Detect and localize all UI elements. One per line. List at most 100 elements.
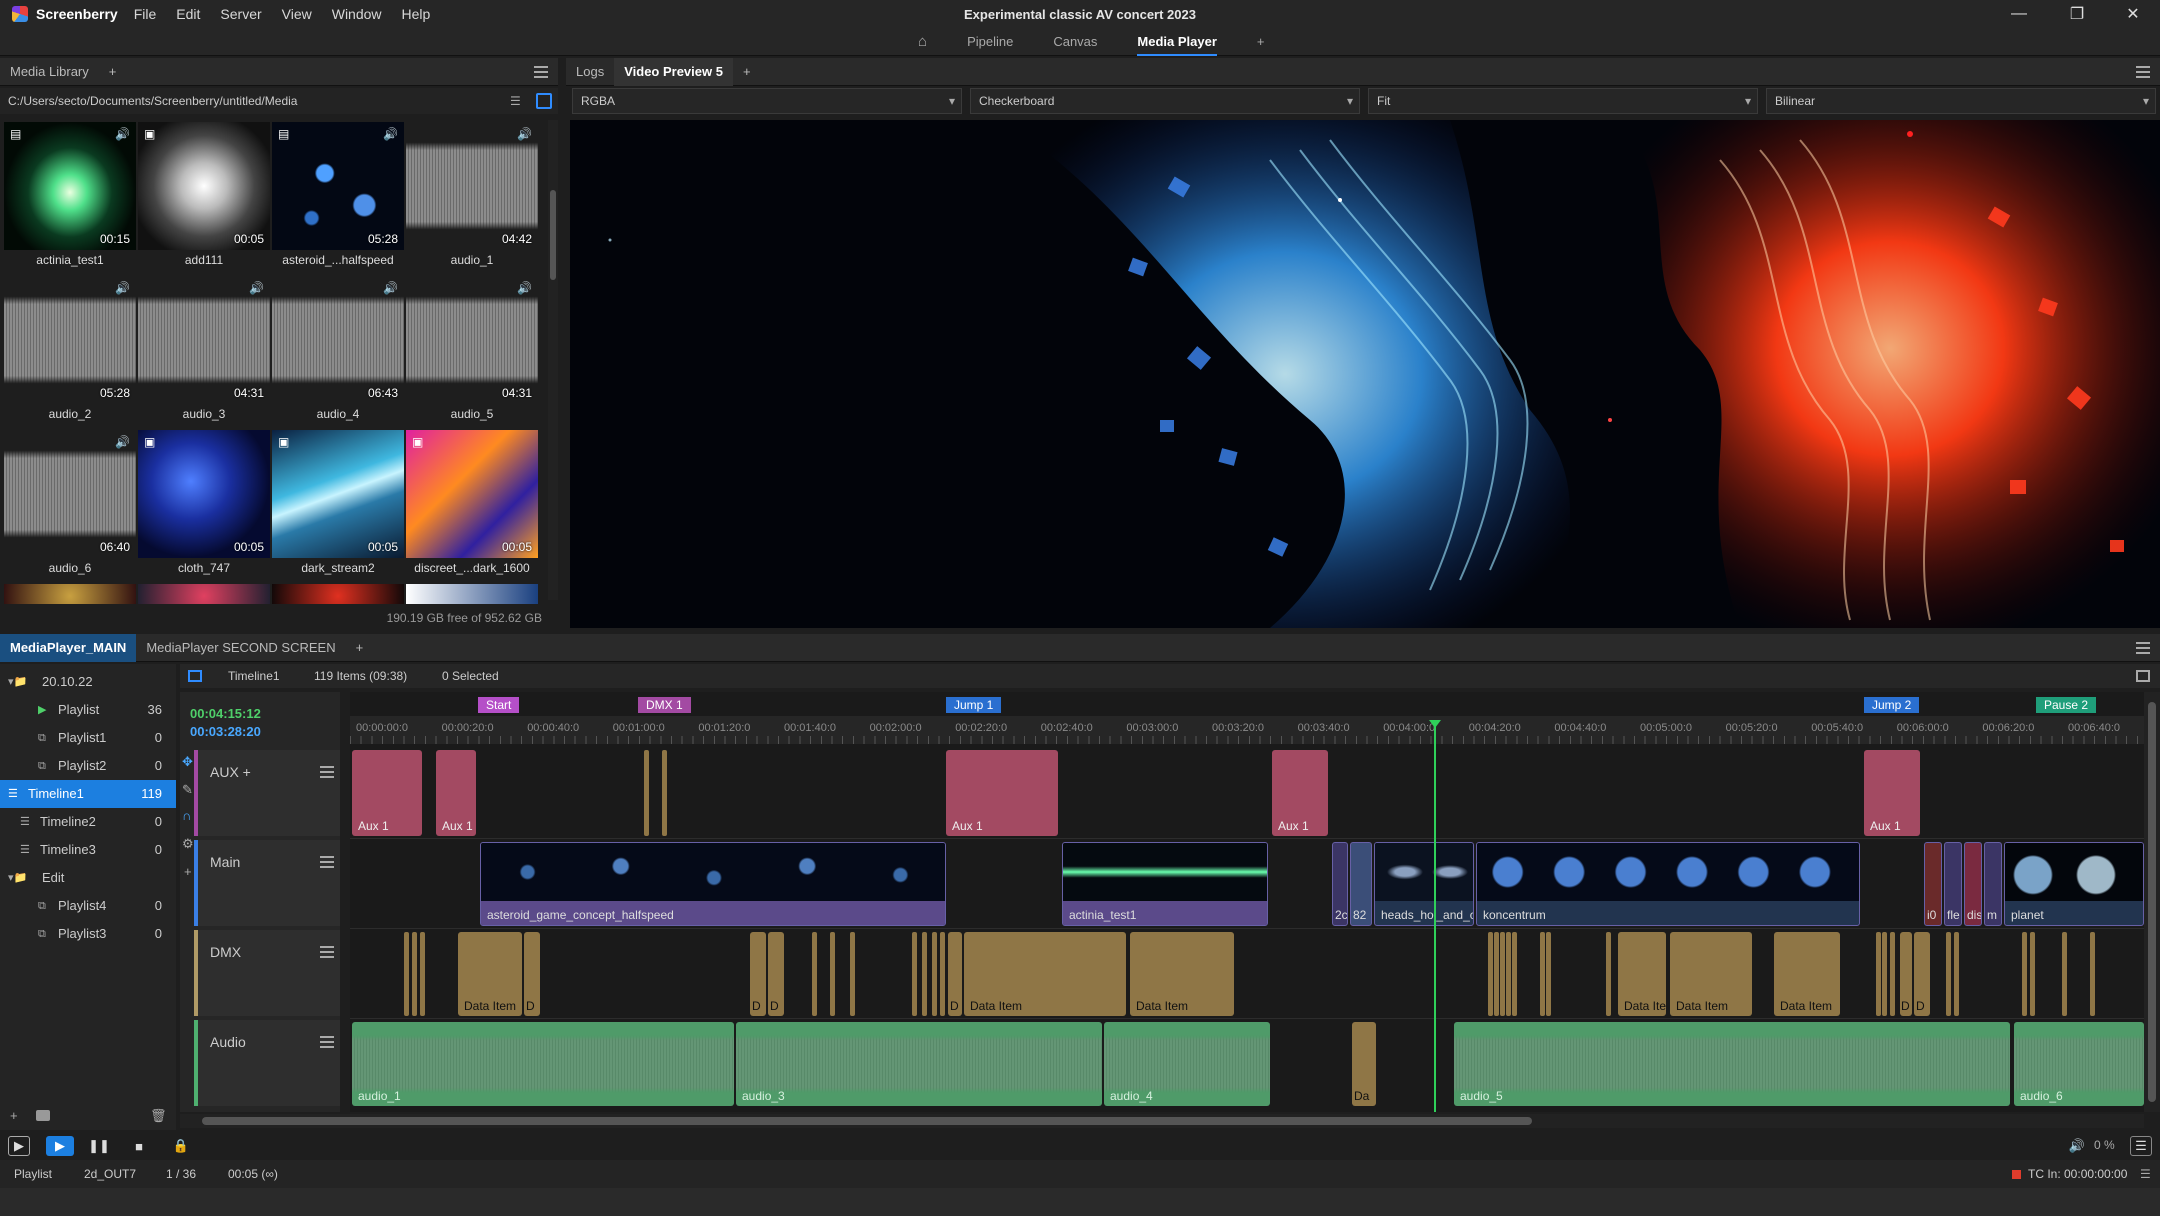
background-select[interactable]: Checkerboard xyxy=(970,88,1360,114)
clip-dmx[interactable]: Data Item xyxy=(964,932,1126,1016)
track-audio[interactable]: Audio xyxy=(194,1020,340,1106)
output-toggle-icon[interactable]: ☰ xyxy=(2130,1136,2152,1156)
move-tool-icon[interactable]: ✥ xyxy=(182,754,193,770)
clip-dmx-stripe[interactable] xyxy=(830,932,835,1016)
clip-video[interactable]: planet xyxy=(2004,842,2144,926)
clip-dmx-stripe[interactable] xyxy=(922,932,927,1016)
media-item[interactable]: 🔊 06:40 audio_6 xyxy=(4,430,136,582)
menu-server[interactable]: Server xyxy=(220,6,261,22)
tree-item[interactable]: ⧉ Playlist2 0 xyxy=(0,752,176,780)
status-menu-icon[interactable]: ☰ xyxy=(2140,1160,2151,1188)
clip-dmx-stripe[interactable] xyxy=(1512,932,1517,1016)
clip-dmx[interactable]: Data Ite xyxy=(1618,932,1666,1016)
clip-dmx-stripe[interactable] xyxy=(2030,932,2035,1016)
lock-icon[interactable]: 🔒 xyxy=(170,1136,192,1156)
track-aux[interactable]: AUX + xyxy=(194,750,340,836)
marker-start[interactable]: Start xyxy=(478,697,520,713)
fit-select[interactable]: Fit xyxy=(1368,88,1758,114)
add-preview-tab-icon[interactable]: + xyxy=(733,58,761,86)
clip-aux[interactable]: Aux 1 xyxy=(436,750,476,836)
panel-menu-icon[interactable] xyxy=(534,66,548,78)
clip-dmx-stripe[interactable] xyxy=(1506,932,1511,1016)
track-dmx[interactable]: DMX xyxy=(194,930,340,1016)
tree-item[interactable]: ☰ Timeline1 119 xyxy=(0,780,176,808)
clip-dmx[interactable]: D xyxy=(1914,932,1930,1016)
clip-dmx-stripe[interactable] xyxy=(1890,932,1895,1016)
media-item[interactable]: 🔊 05:28 audio_2 xyxy=(4,276,136,428)
tab-media-player[interactable]: Media Player xyxy=(1137,28,1217,56)
tab-mediaplayer-second[interactable]: MediaPlayer SECOND SCREEN xyxy=(136,634,345,662)
clip-video[interactable]: fle xyxy=(1944,842,1962,926)
folder-icon[interactable] xyxy=(36,1110,50,1121)
clip-dmx[interactable]: D xyxy=(524,932,540,1016)
media-item[interactable]: ▤ 🔊 05:28 asteroid_...halfspeed xyxy=(272,122,404,274)
maximize-icon[interactable]: ❐ xyxy=(2052,0,2102,28)
settings-gear-icon[interactable]: ⚙ xyxy=(182,836,194,852)
tree-item[interactable]: ☰ Timeline2 0 xyxy=(0,808,176,836)
menu-window[interactable]: Window xyxy=(332,6,382,22)
clip-dmx-stripe[interactable] xyxy=(940,932,945,1016)
add-tab-icon[interactable]: + xyxy=(1257,28,1265,56)
grid-view-icon[interactable] xyxy=(536,93,552,109)
play-mode-icon[interactable]: ▶ xyxy=(8,1136,30,1156)
clip-dmx-stripe[interactable] xyxy=(644,750,649,836)
media-item[interactable]: ▣ 00:05 cloth_747 xyxy=(138,430,270,582)
marker-pause2[interactable]: Pause 2 xyxy=(2036,697,2097,713)
tab-media-library[interactable]: Media Library xyxy=(0,58,99,86)
clip-dmx-stripe[interactable] xyxy=(912,932,917,1016)
clip-dmx[interactable]: D xyxy=(768,932,784,1016)
preview-menu-icon[interactable] xyxy=(2136,66,2150,78)
track-audio-menu-icon[interactable] xyxy=(320,1036,334,1048)
clip-video[interactable]: asteroid_game_concept_halfspeed xyxy=(480,842,946,926)
clip-dmx[interactable]: Data Item xyxy=(1774,932,1840,1016)
clip-dmx-stripe[interactable] xyxy=(404,932,409,1016)
clip-dmx-stripe[interactable] xyxy=(1500,932,1505,1016)
clip-dmx[interactable]: D xyxy=(948,932,962,1016)
clip-video[interactable]: koncentrum xyxy=(1476,842,1860,926)
media-item[interactable]: 🔊 04:31 audio_5 xyxy=(406,276,538,428)
clip-audio[interactable]: audio_1 xyxy=(352,1022,734,1106)
tree-item[interactable]: ⧉ Playlist4 0 xyxy=(0,892,176,920)
clip-audio[interactable]: audio_6 xyxy=(2014,1022,2144,1106)
clip-video[interactable]: dis xyxy=(1964,842,1982,926)
clip-aux[interactable]: Aux 1 xyxy=(352,750,422,836)
add-mediaplayer-tab-icon[interactable]: + xyxy=(346,634,374,662)
marker-dmx1[interactable]: DMX 1 xyxy=(638,697,691,713)
timeline-scroll-thumb[interactable] xyxy=(202,1117,1532,1125)
timeline-area[interactable]: Start DMX 1 Jump 1 Jump 2 Pause 2 00:00:… xyxy=(350,692,2144,1112)
clip-dmx-stripe[interactable] xyxy=(932,932,937,1016)
clip-dmx[interactable]: D xyxy=(750,932,766,1016)
clip-dmx-stripe[interactable] xyxy=(412,932,417,1016)
magnet-tool-icon[interactable]: ∩ xyxy=(182,808,191,823)
home-icon[interactable]: ⌂ xyxy=(918,28,927,56)
play-button[interactable]: ▶ xyxy=(46,1136,74,1156)
media-item[interactable]: ▤ 🔊 00:15 actinia_test1 xyxy=(4,122,136,274)
clip-dmx[interactable]: D xyxy=(1900,932,1912,1016)
clip-dmx-stripe[interactable] xyxy=(1606,932,1611,1016)
sidebar-toggle-icon[interactable] xyxy=(188,670,202,682)
clip-dmx-stripe[interactable] xyxy=(2062,932,2067,1016)
clip-dmx-stripe[interactable] xyxy=(2022,932,2027,1016)
track-main-menu-icon[interactable] xyxy=(320,856,334,868)
clip-dmx[interactable]: Data Item xyxy=(458,932,522,1016)
marker-jump2[interactable]: Jump 2 xyxy=(1864,697,1920,713)
library-scroll-thumb[interactable] xyxy=(550,190,556,280)
track-main[interactable]: Main xyxy=(194,840,340,926)
clip-video[interactable]: actinia_test1 xyxy=(1062,842,1268,926)
clip-dmx-stripe[interactable] xyxy=(812,932,817,1016)
clip-audio[interactable]: audio_4 xyxy=(1104,1022,1270,1106)
menu-help[interactable]: Help xyxy=(402,6,431,22)
volume-icon[interactable]: 🔊 xyxy=(2066,1136,2088,1156)
tree-item[interactable]: ⧉ Playlist1 0 xyxy=(0,724,176,752)
clip-video[interactable]: 82 xyxy=(1350,842,1372,926)
clip-dmx-stripe[interactable] xyxy=(1946,932,1951,1016)
tab-pipeline[interactable]: Pipeline xyxy=(967,28,1013,56)
tab-video-preview[interactable]: Video Preview 5 xyxy=(614,57,733,86)
track-dmx-menu-icon[interactable] xyxy=(320,946,334,958)
clip-dmx[interactable]: Data Item xyxy=(1670,932,1752,1016)
media-item[interactable]: 🔊 06:43 audio_4 xyxy=(272,276,404,428)
playhead[interactable] xyxy=(1434,720,1436,1112)
pause-button[interactable]: ❚❚ xyxy=(88,1136,110,1156)
clip-dmx[interactable]: Da xyxy=(1352,1022,1376,1106)
media-item[interactable]: 🔊 04:31 audio_3 xyxy=(138,276,270,428)
